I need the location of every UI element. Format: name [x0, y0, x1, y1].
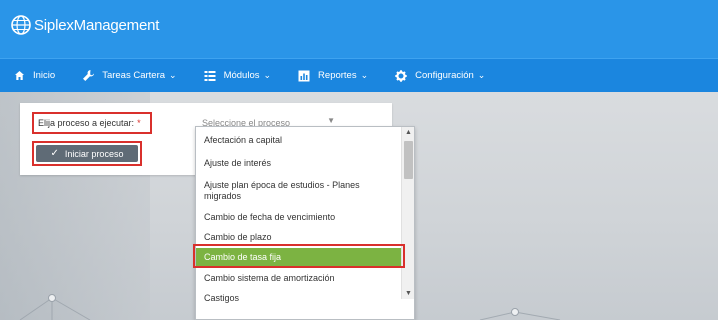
selected-option-highlight [193, 244, 405, 268]
wrench-icon [81, 69, 95, 83]
nav-label: Módulos [223, 70, 260, 81]
option-label: Cambio de fecha de vencimiento [204, 212, 336, 222]
grid-icon [203, 69, 217, 83]
chart-icon [297, 69, 311, 83]
start-button-label: Iniciar proceso [64, 148, 124, 159]
nav-label: Tareas Cartera [102, 70, 166, 81]
chevron-down-icon: ⌄ [360, 70, 369, 80]
globe-icon [11, 15, 31, 35]
chevron-down-icon: ⌄ [477, 70, 486, 80]
app-header: SiplexManagement [0, 0, 718, 58]
start-process-button[interactable]: ✓ Iniciar proceso [36, 145, 138, 162]
option-label: Ajuste de interés [204, 158, 272, 168]
nav-item-reportes[interactable]: Reportes ⌄ [297, 69, 368, 83]
brand-logo[interactable]: SiplexManagement [10, 14, 159, 36]
nav-label: Reportes [318, 70, 357, 81]
process-label: Elija proceso a ejecutar: * [32, 112, 152, 134]
dropdown-option[interactable]: Castigos [196, 293, 402, 304]
dropdown-option[interactable]: Afectación a capital [196, 135, 402, 146]
chevron-down-icon: ⌄ [263, 70, 272, 80]
scroll-down-icon[interactable]: ▼ [402, 288, 415, 299]
process-dropdown-list[interactable]: Afectación a capital Ajuste de interés A… [195, 126, 415, 320]
main-nav: Inicio Tareas Cartera ⌄ Módulos ⌄ Report… [0, 58, 718, 92]
dropdown-option[interactable]: Ajuste de interés [196, 158, 402, 169]
nav-item-configuracion[interactable]: Configuración ⌄ [394, 69, 485, 83]
nav-item-modulos[interactable]: Módulos ⌄ [203, 69, 271, 83]
process-label-text: Elija proceso a ejecutar: [38, 118, 135, 128]
dropdown-option[interactable]: Cambio de plazo [196, 232, 402, 243]
nav-item-tareas-cartera[interactable]: Tareas Cartera ⌄ [81, 69, 177, 83]
check-icon: ✓ [50, 148, 59, 159]
gear-icon [394, 69, 408, 83]
scroll-up-icon[interactable]: ▲ [402, 127, 415, 138]
brand-name: SiplexManagement [34, 16, 160, 34]
start-button-highlight: ✓ Iniciar proceso [32, 141, 142, 166]
chevron-down-icon: ⌄ [169, 70, 177, 80]
nav-item-inicio[interactable]: Inicio [12, 69, 55, 83]
required-mark: * [137, 118, 141, 128]
option-label: Cambio sistema de amortización [204, 273, 335, 283]
nav-label: Configuración [415, 70, 474, 81]
option-label: Castigos [204, 293, 240, 303]
nav-label: Inicio [33, 70, 56, 81]
option-label: Afectación a capital [204, 135, 283, 145]
chevron-down-icon: ▼ [327, 116, 335, 125]
scroll-thumb[interactable] [404, 141, 413, 179]
option-label: Cambio de plazo [204, 232, 272, 242]
dropdown-option[interactable]: Ajuste plan época de estudios - Planes m… [196, 180, 392, 202]
home-icon [12, 69, 26, 83]
option-label: Ajuste plan época de estudios - Planes m… [204, 180, 360, 201]
dropdown-option[interactable]: Cambio sistema de amortización [196, 273, 402, 284]
dropdown-scrollbar[interactable]: ▲ ▼ [401, 127, 414, 299]
dropdown-option[interactable]: Cambio de fecha de vencimiento [196, 212, 402, 223]
